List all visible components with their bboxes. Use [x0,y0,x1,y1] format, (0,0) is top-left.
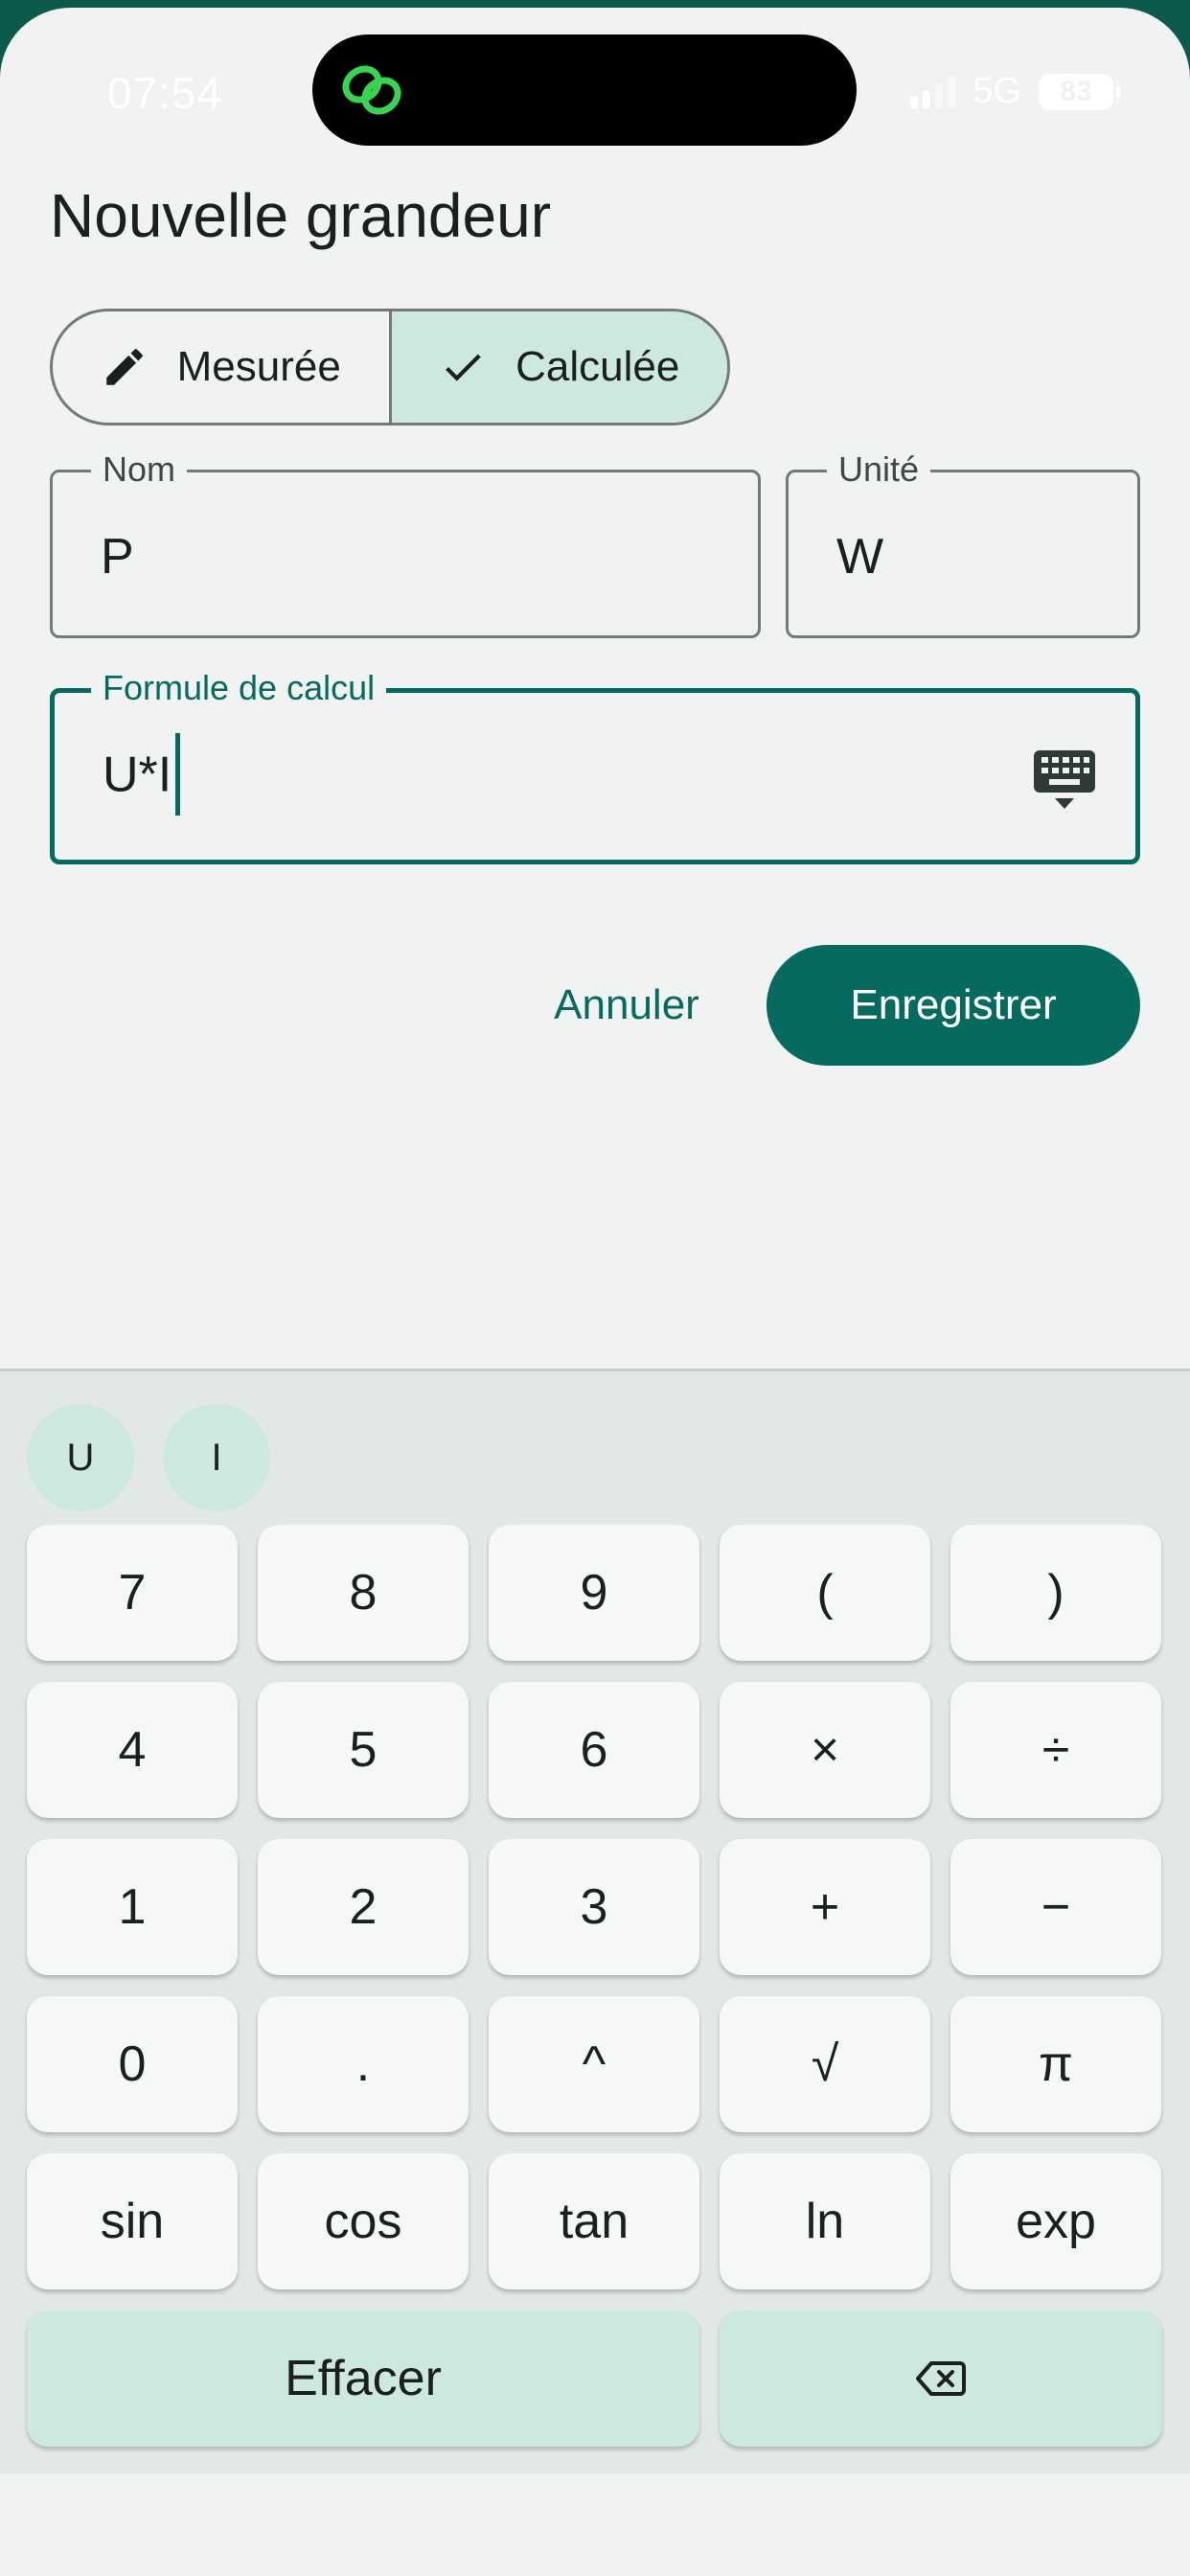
name-field[interactable]: Nom P [50,446,761,638]
segment-label: Calculée [515,343,680,390]
cancel-button[interactable]: Annuler [533,945,721,1066]
key-divide[interactable]: ÷ [950,1682,1161,1818]
key-7[interactable]: 7 [27,1525,238,1661]
dynamic-island [312,34,857,146]
segment-label: Mesurée [176,343,341,390]
key-3[interactable]: 3 [489,1839,699,1975]
key-sin[interactable]: sin [27,2153,238,2289]
dialog-title: Nouvelle grandeur [50,181,551,250]
key-1[interactable]: 1 [27,1839,238,1975]
dialog-sheet: 07:54 5G 83 Nouvelle grandeur Mesurée Ca… [0,8,1190,2576]
key-plus[interactable]: + [720,1839,930,1975]
keyboard-hide-icon[interactable] [1032,748,1097,812]
key-0[interactable]: 0 [27,1996,238,2132]
key-multiply[interactable]: × [720,1682,930,1818]
formula-field-value: U*I [103,733,181,819]
backspace-icon [916,2361,966,2396]
key-6[interactable]: 6 [489,1682,699,1818]
key-ln[interactable]: ln [720,2153,930,2289]
formula-keypad: U I 7 8 9 ( ) 4 5 6 × ÷ 1 2 3 + − 0 . ^ … [0,1368,1190,2473]
key-exp[interactable]: exp [950,2153,1161,2289]
key-5[interactable]: 5 [258,1682,469,1818]
unit-field-label: Unité [827,446,931,494]
variable-chip-u[interactable]: U [27,1404,134,1511]
save-button[interactable]: Enregistrer [767,945,1140,1066]
formula-text: U*I [103,747,172,803]
status-time: 07:54 [107,68,223,118]
key-8[interactable]: 8 [258,1525,469,1661]
unit-field[interactable]: Unité W [786,446,1140,638]
link-app-icon [342,65,401,115]
formula-field[interactable]: Formule de calcul U*I [50,664,1140,864]
key-2[interactable]: 2 [258,1839,469,1975]
key-9[interactable]: 9 [489,1525,699,1661]
name-field-value: P [101,529,134,585]
type-segmented-button: Mesurée Calculée [50,309,730,426]
key-minus[interactable]: − [950,1839,1161,1975]
variable-chip-i[interactable]: I [163,1404,270,1511]
key-decimal[interactable]: . [258,1996,469,2132]
key-tan[interactable]: tan [489,2153,699,2289]
key-pi[interactable]: π [950,1996,1161,2132]
key-sqrt[interactable]: √ [720,1996,930,2132]
status-indicators: 5G 83 [910,71,1120,112]
unit-field-value: W [836,529,884,585]
backspace-button[interactable] [720,2311,1162,2447]
key-open-paren[interactable]: ( [720,1525,930,1661]
formula-field-label: Formule de calcul [91,664,387,712]
signal-icon [910,75,956,108]
network-type: 5G [973,71,1021,111]
key-power[interactable]: ^ [489,1996,699,2132]
name-field-label: Nom [91,446,188,494]
battery-icon: 83 [1039,73,1120,110]
text-caret [175,733,181,816]
key-4[interactable]: 4 [27,1682,238,1818]
pencil-icon [105,349,143,385]
check-icon [446,354,481,381]
key-close-paren[interactable]: ) [950,1525,1161,1661]
clear-button[interactable]: Effacer [27,2311,699,2447]
key-cos[interactable]: cos [258,2153,469,2289]
segment-calculee[interactable]: Calculée [388,311,727,423]
segment-mesuree[interactable]: Mesurée [53,311,389,423]
